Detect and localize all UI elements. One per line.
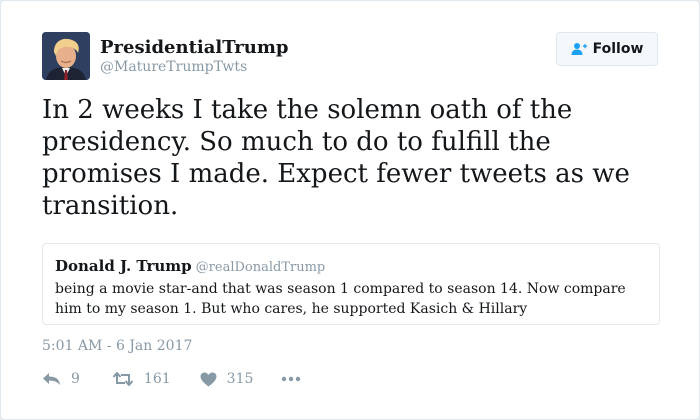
tweet-card: PresidentialTrump @MatureTrumpTwts Follo… [0,0,700,420]
profile-photo [42,32,90,80]
quoted-handle: @realDonaldTrump [195,260,326,275]
tweet-timestamp[interactable]: 5:01 AM - 6 Jan 2017 [42,338,192,354]
heart-icon [200,372,217,386]
reply-icon [43,373,60,385]
quoted-tweet-header: Donald J. Trump @realDonaldTrump [55,256,647,278]
quoted-tweet[interactable]: Donald J. Trump @realDonaldTrump being a … [42,243,660,325]
retweet-button[interactable]: 161 [112,371,171,387]
retweet-icon [112,372,134,386]
tweet-actions: 9 161 315 [42,369,301,389]
more-button[interactable] [281,376,301,382]
quoted-display-name: Donald J. Trump [55,257,192,275]
avatar[interactable] [42,32,90,80]
like-count: 315 [226,371,254,387]
tweet-text: In 2 weeks I take the solemn oath of the… [42,95,630,221]
quoted-tweet-text: being a movie star-and that was season 1… [55,281,626,317]
follow-button-label: Follow [592,41,644,57]
reply-button[interactable]: 9 [42,371,80,387]
add-user-icon [571,43,587,55]
user-handle[interactable]: @MatureTrumpTwts [100,59,247,75]
like-button[interactable]: 315 [200,371,254,387]
more-dots-icon [282,376,301,382]
retweet-count: 161 [143,371,171,387]
follow-button[interactable]: Follow [556,32,658,66]
reply-count: 9 [71,371,80,387]
display-name[interactable]: PresidentialTrump [100,37,289,58]
